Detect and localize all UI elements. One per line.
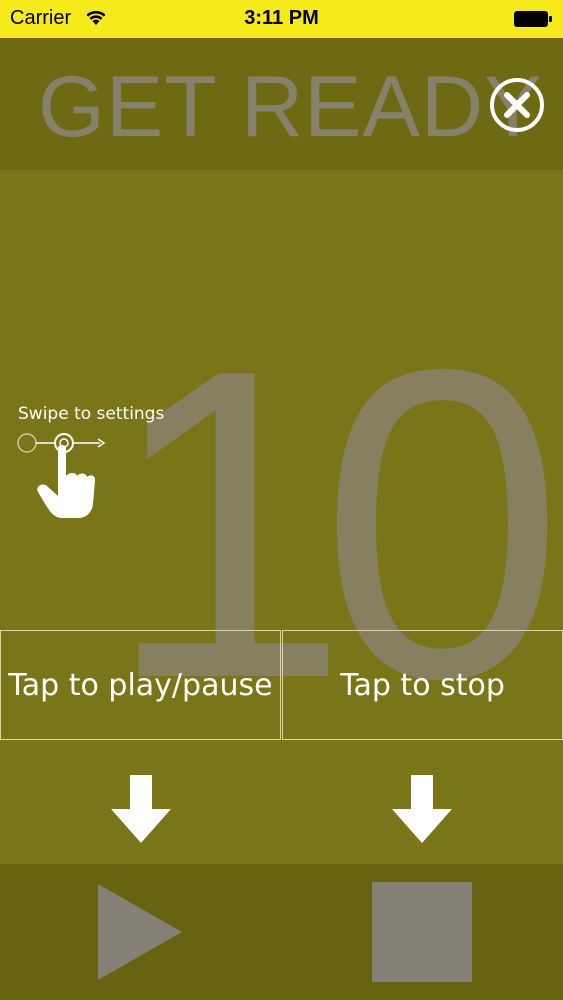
- control-bar: [0, 864, 563, 1000]
- close-icon: [490, 78, 544, 132]
- play-button[interactable]: [96, 882, 184, 982]
- header-bar: GET READY: [0, 38, 563, 170]
- play-icon: [98, 884, 182, 980]
- play-pause-label: Tap to play/pause: [8, 667, 273, 703]
- workout-timer-screen: Carrier 3:11 PM GET READY 10 Swipe to se…: [0, 0, 563, 1000]
- play-pause-tap-area[interactable]: Tap to play/pause: [0, 630, 281, 740]
- swipe-hint-label: Swipe to settings: [18, 404, 165, 424]
- stop-button[interactable]: [372, 882, 472, 982]
- swipe-hand-icon: [14, 428, 114, 524]
- close-button[interactable]: [489, 77, 545, 133]
- arrow-down-icon: [392, 775, 452, 843]
- phase-title: GET READY: [38, 59, 543, 155]
- stop-label: Tap to stop: [340, 667, 505, 703]
- clock-time: 3:11 PM: [244, 7, 319, 29]
- stop-tap-area[interactable]: Tap to stop: [282, 630, 563, 740]
- arrow-down-icon: [111, 775, 171, 843]
- status-bar: Carrier 3:11 PM: [0, 0, 563, 38]
- battery-icon: [513, 10, 552, 27]
